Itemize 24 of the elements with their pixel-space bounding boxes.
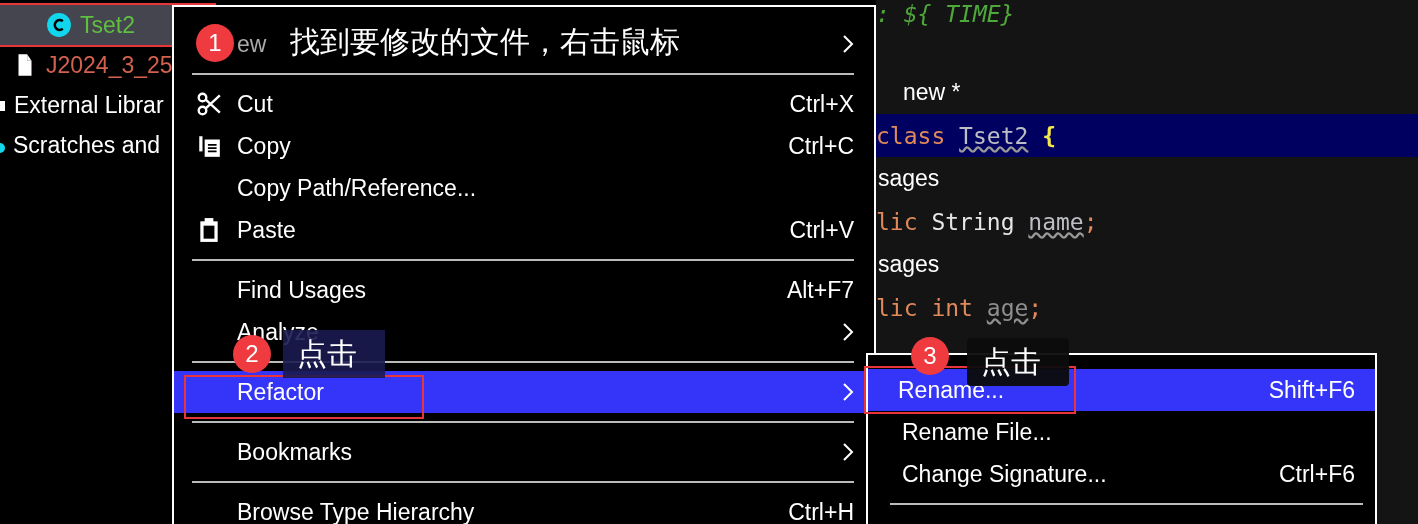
tree-item[interactable]: Scratches and (0, 125, 172, 165)
scratch-icon (0, 143, 5, 153)
menu-item[interactable]: Copy Ctrl+C (192, 125, 854, 167)
menu-item[interactable]: Browse Type Hierarchy Ctrl+H (192, 491, 854, 524)
code-line: lic int age; (876, 294, 1043, 321)
class-icon (46, 12, 72, 38)
menu-item[interactable]: Paste Ctrl+V (192, 209, 854, 251)
code-line: : ${ TIME} (876, 1, 1015, 27)
code-line: sages (877, 165, 940, 192)
callout-tooltip: 点击 (967, 338, 1069, 386)
menu-item[interactable]: Find Usages Alt+F7 (192, 269, 854, 311)
menu-item[interactable]: Cut Ctrl+X (192, 83, 854, 125)
copy-icon (196, 133, 222, 159)
tree-item[interactable]: J2024_3_25 (0, 45, 172, 85)
menu-item[interactable]: Rename File... (898, 411, 1355, 453)
code-line: sages (877, 251, 940, 278)
scissors-icon (196, 91, 222, 117)
menu-item[interactable]: Bookmarks (192, 431, 854, 473)
code-line: lic String name; (876, 208, 1098, 235)
tree-item[interactable]: External Librar (0, 85, 172, 125)
menu-item[interactable]: Change Signature... Ctrl+F6 (898, 453, 1355, 495)
code-line: new * (902, 79, 961, 106)
menu-item[interactable]: Copy Path/Reference... (192, 167, 854, 209)
code-line: class Tset2 { (876, 122, 1057, 149)
